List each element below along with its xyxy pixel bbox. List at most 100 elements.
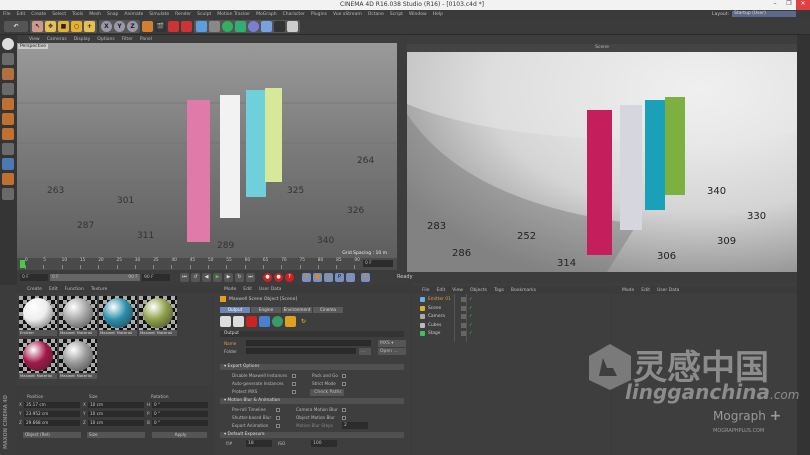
camera-icon[interactable] xyxy=(274,21,285,32)
format-dropdown[interactable]: MXS ▾ xyxy=(378,340,406,347)
material-menu-create[interactable]: Create xyxy=(27,287,42,292)
yellow-green-slab[interactable] xyxy=(265,88,282,182)
maxwell-export-icon[interactable] xyxy=(233,316,244,327)
scale-icon[interactable]: ■ xyxy=(58,21,69,32)
select-arrow-icon[interactable]: ↖ xyxy=(32,21,43,32)
maxwell-render-icon[interactable] xyxy=(220,316,231,327)
tab-environment[interactable]: Environment xyxy=(282,307,312,313)
menu-mograph[interactable]: MoGraph xyxy=(256,12,276,17)
x-axis-icon[interactable]: X xyxy=(101,21,112,32)
checkbox-auto-generate-instances[interactable] xyxy=(292,382,296,386)
y-axis-icon[interactable]: Y xyxy=(114,21,125,32)
floor-icon[interactable] xyxy=(261,21,272,32)
tab-cinema[interactable]: Cinema xyxy=(313,307,343,313)
visibility-toggle[interactable] xyxy=(461,331,466,336)
keyframe-selection-icon[interactable]: ? xyxy=(285,273,294,282)
menu-octane[interactable]: Octane xyxy=(368,12,384,17)
maxwell-material-icon[interactable] xyxy=(272,316,283,327)
move-icon[interactable]: ✥ xyxy=(45,21,56,32)
render-settings-icon[interactable] xyxy=(181,21,192,32)
iso-field[interactable]: 100 xyxy=(311,440,337,447)
enabled-check-icon[interactable]: ✓ xyxy=(469,314,473,319)
key-rotation-icon[interactable]: ○ xyxy=(324,273,333,282)
object-menu-file[interactable]: File xyxy=(422,288,430,293)
attribute-menu-user-data[interactable]: User Data xyxy=(259,287,281,292)
close-button[interactable]: ✕ xyxy=(796,0,810,10)
menu-character[interactable]: Character xyxy=(283,12,305,17)
material-menu-function[interactable]: Function xyxy=(65,287,84,292)
menu-motion-tracker[interactable]: Motion Tracker xyxy=(217,12,250,17)
tab-engine[interactable]: Engine xyxy=(251,307,281,313)
default-exposure-section[interactable]: ▾ Default Exposure xyxy=(220,432,404,438)
folder-input[interactable] xyxy=(246,348,356,354)
frame-range-slider[interactable]: 0 F 90 F xyxy=(50,274,140,281)
record-icon[interactable]: ● xyxy=(263,273,272,282)
key-param-icon[interactable]: P xyxy=(335,273,344,282)
menu-render[interactable]: Render xyxy=(175,12,191,17)
key-pla-icon[interactable]: ⁘ xyxy=(346,273,355,282)
menu-tools[interactable]: Tools xyxy=(72,12,83,17)
timeline-icon[interactable]: ☰ xyxy=(361,273,370,282)
undo-icon[interactable]: ↶ xyxy=(4,21,28,32)
cube-icon[interactable] xyxy=(196,21,207,32)
material-swatch[interactable]: Maxwell Material xyxy=(59,296,97,336)
object-row[interactable]: Scene ✓ xyxy=(420,305,473,311)
checkbox-pre-roll-timeline[interactable] xyxy=(276,408,280,412)
menu-mesh[interactable]: Mesh xyxy=(89,12,101,17)
checkbox-protect-mxs[interactable] xyxy=(292,390,296,394)
checkbox-camera-motion-blur[interactable] xyxy=(342,408,346,412)
object-menu-objects[interactable]: Objects xyxy=(470,288,487,293)
position-field[interactable]: 29.668 cm xyxy=(24,420,80,426)
visibility-toggle[interactable] xyxy=(461,297,466,302)
previous-key-icon[interactable]: ↺ xyxy=(191,273,200,282)
checkbox-strict-mode[interactable] xyxy=(342,382,346,386)
size-field[interactable]: 10 cm xyxy=(88,402,144,408)
attribute2-menu-mode[interactable]: Mode xyxy=(622,288,634,293)
object-menu-view[interactable]: View xyxy=(452,288,463,293)
add-icon[interactable]: + xyxy=(84,21,95,32)
menu-vue-xstream[interactable]: Vue xStream xyxy=(333,12,362,17)
attribute-menu-edit[interactable]: Edit xyxy=(243,287,252,292)
menu-sculpt[interactable]: Sculpt xyxy=(197,12,211,17)
coordinate-system-icon[interactable] xyxy=(142,21,153,32)
render-view-icon[interactable]: 🎬 xyxy=(155,21,166,32)
menu-file[interactable]: File xyxy=(3,12,11,17)
points-mode-icon[interactable] xyxy=(2,98,14,110)
viewport-menu-display[interactable]: Display xyxy=(74,37,91,42)
motion-blur-section[interactable]: ▾ Motion Blur & Animation xyxy=(220,398,404,404)
polygons-mode-icon[interactable] xyxy=(2,128,14,140)
menu-animate[interactable]: Animate xyxy=(124,12,143,17)
enabled-check-icon[interactable]: ✓ xyxy=(469,323,473,328)
light-icon[interactable] xyxy=(287,21,298,32)
check-paths-button[interactable]: Check Paths xyxy=(310,389,344,396)
fstop-field[interactable]: 18 xyxy=(246,440,272,447)
render-green-slab[interactable] xyxy=(665,97,685,195)
current-frame-field[interactable]: 0 F xyxy=(363,260,393,267)
axis-mode-icon[interactable] xyxy=(2,143,14,155)
open-button[interactable]: Open ... xyxy=(378,348,406,355)
next-frame-icon[interactable]: ▶ xyxy=(224,273,233,282)
checkbox-export-animation[interactable] xyxy=(276,424,280,428)
tab-output[interactable]: Output xyxy=(220,307,250,313)
menu-select[interactable]: Select xyxy=(52,12,66,17)
browse-button[interactable]: ... xyxy=(359,348,371,355)
next-key-icon[interactable]: ↻ xyxy=(235,273,244,282)
menu-create[interactable]: Create xyxy=(31,12,46,17)
layout-dropdown[interactable]: Startup (User) xyxy=(732,11,796,17)
material-menu-edit[interactable]: Edit xyxy=(49,287,58,292)
rotate-icon[interactable]: ○ xyxy=(71,21,82,32)
edges-mode-icon[interactable] xyxy=(2,113,14,125)
attribute-menu-mode[interactable]: Mode xyxy=(224,287,236,292)
object-menu-tags[interactable]: Tags xyxy=(494,288,504,293)
rotation-field[interactable]: 0 ° xyxy=(152,411,208,417)
rotation-field[interactable]: 0 ° xyxy=(152,402,208,408)
size-mode-dropdown[interactable]: Size xyxy=(87,432,145,438)
material-swatch[interactable]: Maxwell Material xyxy=(59,339,97,379)
checkbox-disable-maxwell-instances[interactable] xyxy=(292,374,296,378)
pink-slab[interactable] xyxy=(187,100,210,242)
maxwell-fire-icon[interactable] xyxy=(246,316,257,327)
visibility-toggle[interactable] xyxy=(461,314,466,319)
grid-icon[interactable] xyxy=(2,188,14,200)
viewport-menu-cameras[interactable]: Cameras xyxy=(47,37,67,42)
menu-simulate[interactable]: Simulate xyxy=(149,12,169,17)
